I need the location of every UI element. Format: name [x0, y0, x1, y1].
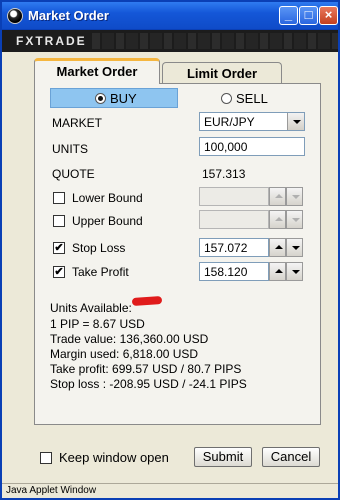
upper-bound-checkbox[interactable]: [53, 215, 65, 227]
pip-value-text: 1 PIP = 8.67 USD: [50, 317, 145, 331]
stop-loss-label: Stop Loss: [72, 241, 126, 255]
take-profit-label: Take Profit: [72, 265, 129, 279]
keep-window-open-checkbox[interactable]: [40, 452, 52, 464]
minimize-button[interactable]: _: [279, 6, 298, 25]
upper-bound-label: Upper Bound: [72, 214, 143, 228]
tab-market-order[interactable]: Market Order: [34, 58, 160, 84]
trade-value-text: Trade value: 136,360.00 USD: [50, 332, 209, 346]
stop-loss-checkbox[interactable]: ✔: [53, 242, 65, 254]
fxtrade-logo: FXTrade: [16, 34, 87, 48]
tab-limit-order[interactable]: Limit Order: [162, 62, 282, 84]
fxtrade-banner: FXTrade: [2, 30, 338, 52]
fxtrade-globe-icon: [7, 8, 23, 24]
market-select-value: EUR/JPY: [204, 115, 255, 129]
title-bar[interactable]: Market Order _ □ ×: [2, 2, 338, 30]
chevron-down-icon: [292, 218, 300, 222]
chevron-down-icon: [292, 246, 300, 250]
buy-radio[interactable]: [95, 93, 106, 104]
chevron-up-icon: [275, 194, 283, 198]
buy-label: BUY: [110, 91, 137, 106]
keep-window-open-label: Keep window open: [59, 450, 169, 465]
cancel-button[interactable]: Cancel: [262, 447, 320, 467]
status-bar: Java Applet Window: [2, 483, 338, 498]
units-available-text: Units Available:: [50, 301, 132, 315]
window-title: Market Order: [28, 8, 109, 23]
maximize-button[interactable]: □: [299, 6, 318, 25]
quote-value: 157.313: [202, 167, 246, 181]
units-label: UNITS: [52, 142, 88, 156]
stop-loss-increment[interactable]: [269, 238, 286, 257]
chevron-down-icon: [292, 195, 300, 199]
quote-label: QUOTE: [52, 167, 95, 181]
stop-loss-decrement[interactable]: [286, 238, 303, 257]
ticker-strip: [92, 33, 338, 49]
chevron-up-icon: [275, 269, 283, 273]
take-profit-decrement[interactable]: [286, 262, 303, 281]
market-order-window: Market Order _ □ × FXTrade Market Order …: [0, 0, 340, 500]
take-profit-increment[interactable]: [269, 262, 286, 281]
upper-bound-increment[interactable]: [269, 210, 286, 229]
chevron-down-icon: [293, 120, 301, 124]
units-input[interactable]: 100,000: [199, 137, 305, 156]
chevron-up-icon: [275, 217, 283, 221]
market-select[interactable]: EUR/JPY: [199, 112, 305, 131]
take-profit-checkbox[interactable]: ✔: [53, 266, 65, 278]
upper-bound-input[interactable]: [199, 210, 269, 229]
upper-bound-decrement[interactable]: [286, 210, 303, 229]
lower-bound-input[interactable]: [199, 187, 269, 206]
stop-loss-summary-text: Stop loss : -208.95 USD / -24.1 PIPS: [50, 377, 247, 391]
lower-bound-increment[interactable]: [269, 187, 286, 206]
lower-bound-checkbox[interactable]: [53, 192, 65, 204]
lower-bound-label: Lower Bound: [72, 191, 143, 205]
market-label: MARKET: [52, 116, 103, 130]
margin-used-text: Margin used: 6,818.00 USD: [50, 347, 199, 361]
lower-bound-decrement[interactable]: [286, 187, 303, 206]
submit-button[interactable]: Submit: [194, 447, 252, 467]
close-button[interactable]: ×: [319, 6, 338, 25]
stop-loss-input[interactable]: 157.072: [199, 238, 269, 257]
chevron-up-icon: [275, 245, 283, 249]
take-profit-input[interactable]: 158.120: [199, 262, 269, 281]
sell-radio[interactable]: [221, 93, 232, 104]
sell-label: SELL: [236, 91, 268, 106]
market-dropdown-button[interactable]: [287, 113, 304, 130]
chevron-down-icon: [292, 270, 300, 274]
take-profit-summary-text: Take profit: 699.57 USD / 80.7 PIPS: [50, 362, 242, 376]
